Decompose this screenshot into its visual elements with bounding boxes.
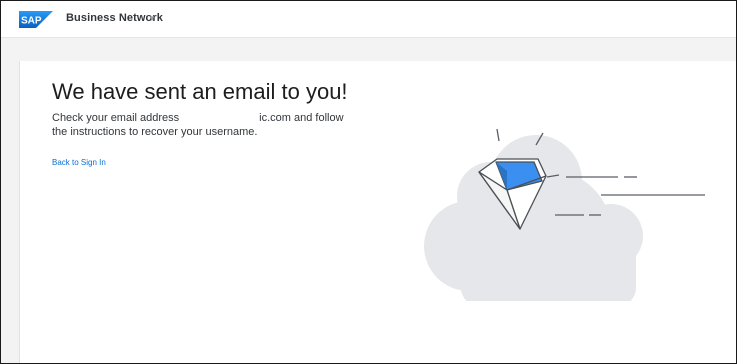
message-line-1: Check your email address ic.com and follo… <box>52 111 412 125</box>
page-title: We have sent an email to you! <box>52 79 348 104</box>
redacted-email <box>179 111 259 121</box>
email-sent-illustration <box>424 128 705 301</box>
chevron-down-icon[interactable]: ▼ <box>148 14 156 23</box>
shell-bar: SAP Business Network ▼ <box>1 1 736 38</box>
sap-logo-text: SAP <box>21 16 42 27</box>
sap-logo[interactable]: SAP <box>19 11 53 28</box>
sub-header-bar <box>1 38 736 61</box>
instruction-message: Check your email address ic.com and follo… <box>52 111 412 139</box>
back-to-sign-in-link[interactable]: Back to Sign In <box>52 158 106 167</box>
message-line-1-start: Check your email address <box>52 112 180 124</box>
message-line-2: the instructions to recover your usernam… <box>52 126 258 138</box>
app-window: SAP Business Network ▼ We have sent an e… <box>0 0 737 364</box>
message-line-1-end: ic.com and follow <box>259 112 344 124</box>
